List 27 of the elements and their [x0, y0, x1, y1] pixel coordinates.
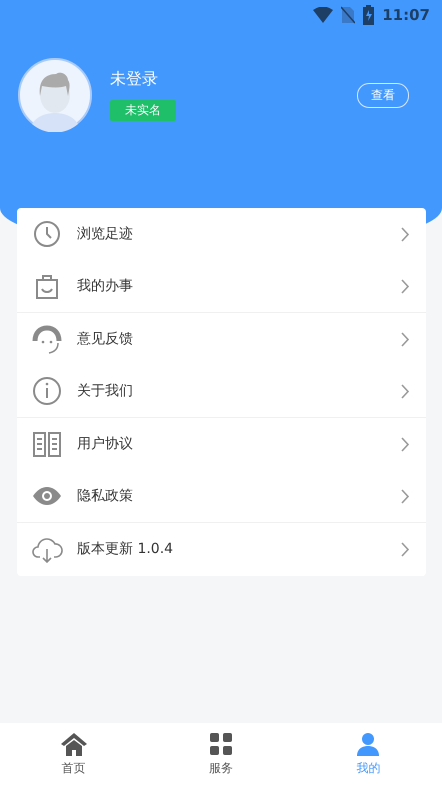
verification-badge: 未实名: [110, 100, 176, 121]
chevron-right-icon: [401, 384, 410, 399]
chevron-right-icon: [401, 488, 410, 504]
battery-charging-icon: [363, 5, 374, 25]
headset-icon: [31, 323, 63, 356]
tab-item[interactable]: 服务: [147, 723, 295, 785]
menu-item[interactable]: 意见反馈: [17, 313, 426, 366]
chevron-right-icon: [401, 542, 410, 557]
chevron-right-icon: [401, 278, 410, 294]
chevron-right-icon: [401, 226, 410, 242]
wifi-icon: [313, 7, 334, 23]
info-icon: [31, 375, 63, 408]
grid-icon: [208, 731, 234, 757]
chevron-right-icon: [401, 436, 410, 452]
menu-item[interactable]: 我的办事: [17, 260, 426, 313]
status-time: 11:07: [382, 6, 430, 24]
chevron-right-icon: [401, 332, 410, 347]
home-icon: [60, 731, 88, 757]
menu-item[interactable]: 隐私政策: [17, 470, 426, 523]
user-name: 未登录: [110, 69, 159, 90]
menu-item[interactable]: 用户协议: [17, 418, 426, 470]
no-sim-icon: [341, 6, 356, 24]
person-icon: [355, 731, 382, 757]
tab-item[interactable]: 首页: [0, 723, 148, 785]
menu-item[interactable]: 关于我们: [17, 366, 426, 418]
menu-item[interactable]: 浏览足迹: [17, 208, 426, 260]
menu-item[interactable]: 版本更新 1.0.4: [17, 523, 426, 576]
